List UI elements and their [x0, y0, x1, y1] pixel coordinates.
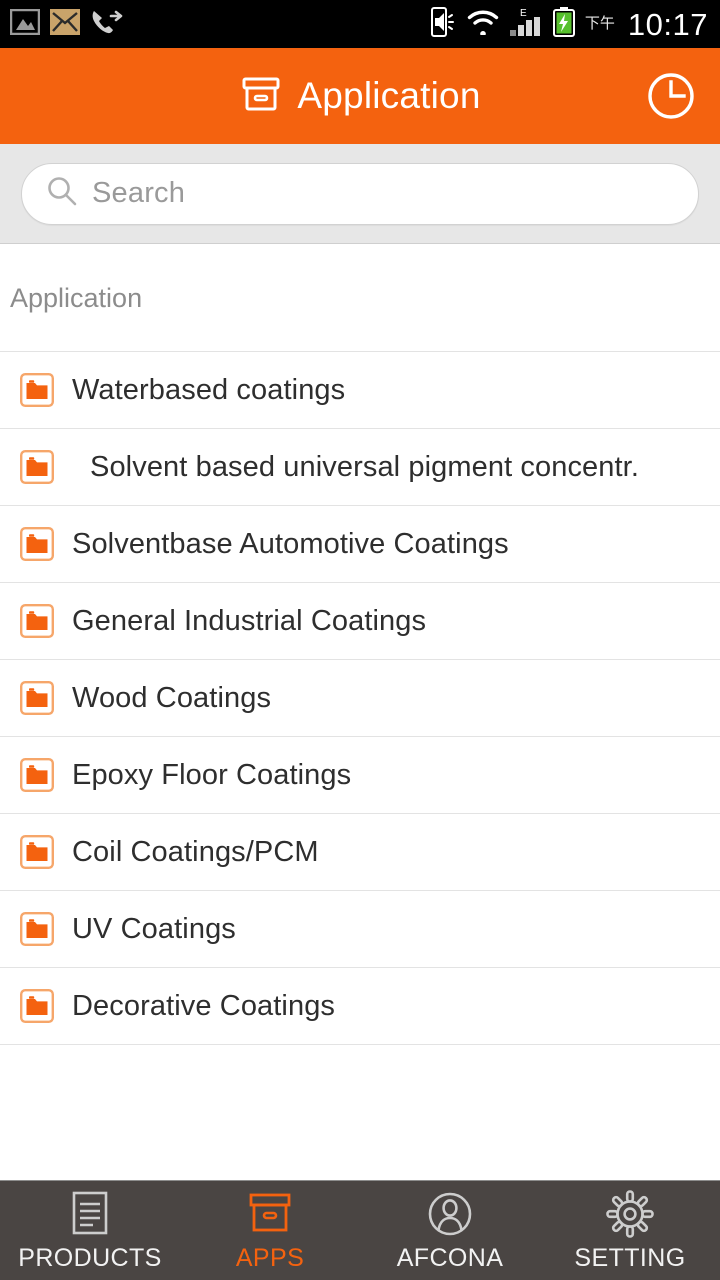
folder-icon	[20, 527, 55, 562]
header-title-group: Application	[239, 72, 480, 121]
list-item-label: Coil Coatings/PCM	[72, 835, 319, 868]
list-item[interactable]: Solventbase Automotive Coatings	[0, 506, 720, 583]
nav-item-label: APPS	[235, 1244, 305, 1272]
archive-box-icon	[239, 72, 283, 121]
gear-icon	[606, 1188, 654, 1240]
document-lines-icon	[67, 1188, 113, 1240]
list-item[interactable]: Waterbased coatings	[0, 352, 720, 429]
list-item[interactable]: Epoxy Floor Coatings	[0, 737, 720, 814]
list-item-label: Decorative Coatings	[72, 989, 336, 1022]
list-item-label: General Industrial Coatings	[72, 604, 427, 637]
list-item[interactable]: Decorative Coatings	[0, 968, 720, 1045]
folder-icon	[20, 835, 55, 870]
search-bar-container: Search	[0, 144, 720, 244]
archive-box-icon	[246, 1188, 294, 1240]
nav-item-afcona[interactable]: AFCONA	[360, 1181, 540, 1280]
folder-icon	[20, 912, 55, 947]
application-list: Waterbased coatings Solvent based univers…	[0, 351, 720, 1045]
page-title: Application	[297, 75, 481, 116]
list-item-label: Solventbase Automotive Coatings	[72, 527, 509, 560]
status-bar-clock: 10:17	[627, 6, 708, 42]
phone-sound-icon	[430, 6, 457, 42]
list-item-label: Solvent based universal pigment concentr…	[90, 450, 639, 483]
nav-item-setting[interactable]: SETTING	[540, 1181, 720, 1280]
battery-charging-icon	[552, 6, 576, 42]
search-placeholder: Search	[92, 177, 186, 209]
status-bar: E 下午 10:17	[0, 0, 720, 48]
call-forward-icon	[90, 8, 124, 41]
list-item[interactable]: General Industrial Coatings	[0, 583, 720, 660]
nav-item-label: PRODUCTS	[18, 1244, 162, 1272]
svg-text:E: E	[520, 8, 527, 19]
folder-icon	[20, 758, 55, 793]
folder-icon	[20, 450, 55, 485]
folder-icon	[20, 604, 55, 639]
gallery-image-icon	[9, 8, 41, 40]
status-bar-left-icons	[0, 8, 124, 41]
list-item-label: Wood Coatings	[72, 681, 272, 714]
folder-icon	[20, 681, 55, 716]
list-item-label: Waterbased coatings	[72, 373, 346, 406]
folder-icon	[20, 373, 55, 408]
list-item[interactable]: Coil Coatings/PCM	[0, 814, 720, 891]
list-item-label: UV Coatings	[72, 912, 236, 945]
status-bar-ampm: 下午	[584, 14, 615, 32]
section-header: Application	[10, 282, 143, 313]
nav-item-apps[interactable]: APPS	[180, 1181, 360, 1280]
bottom-navigation-bar: PRODUCTS APPS AFCONA SETTING	[0, 1180, 720, 1280]
folder-icon	[20, 989, 55, 1024]
cellular-signal-icon: E	[509, 7, 543, 42]
wifi-icon	[466, 9, 500, 40]
list-item[interactable]: Solvent based universal pigment concentr…	[0, 429, 720, 506]
clock-icon[interactable]	[644, 69, 698, 123]
app-header: Application	[0, 48, 720, 144]
nav-item-label: SETTING	[574, 1244, 686, 1272]
status-bar-right-icons: E 下午 10:17	[430, 6, 720, 42]
nav-item-label: AFCONA	[396, 1244, 504, 1272]
search-icon	[46, 175, 78, 212]
app-screen: E 下午 10:17 Application Search Applicatio…	[0, 0, 720, 1280]
list-item[interactable]: UV Coatings	[0, 891, 720, 968]
list-item-label: Epoxy Floor Coatings	[72, 758, 352, 791]
search-input[interactable]: Search	[21, 162, 699, 225]
person-circle-icon	[426, 1188, 474, 1240]
main-content: Application Waterbased coatings Solvent b…	[0, 245, 720, 1180]
list-item[interactable]: Wood Coatings	[0, 660, 720, 737]
email-icon	[50, 8, 80, 40]
nav-item-products[interactable]: PRODUCTS	[0, 1181, 180, 1280]
